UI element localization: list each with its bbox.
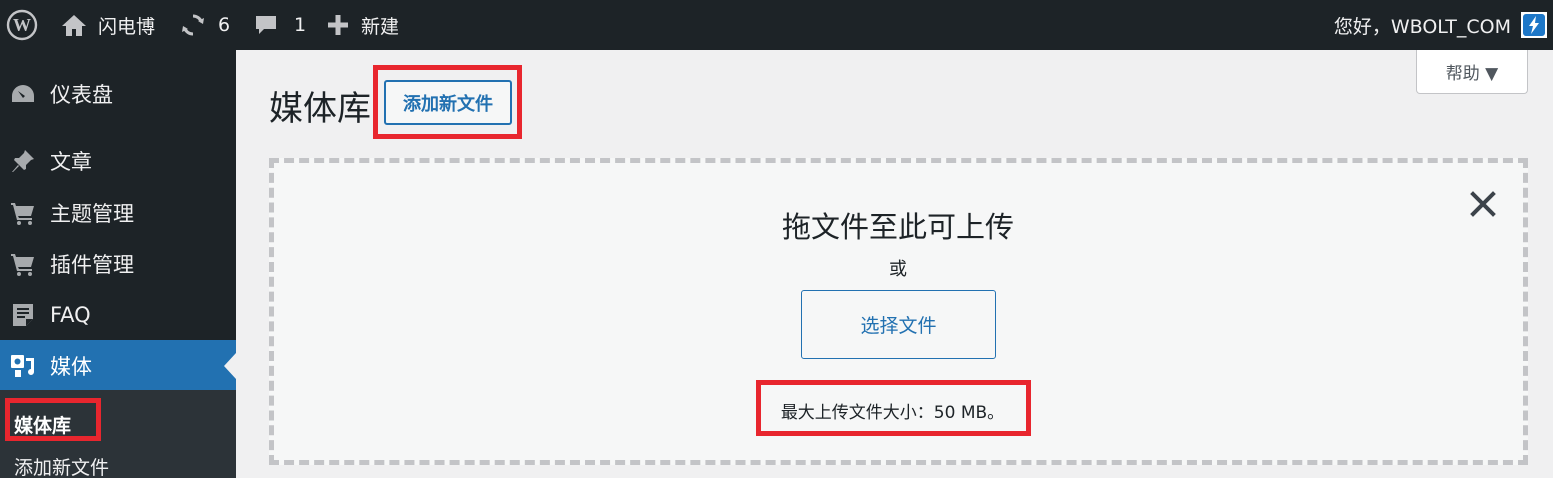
current-menu-arrow xyxy=(224,353,236,379)
cart-icon xyxy=(9,250,37,278)
sidebar-item-faq[interactable]: FAQ xyxy=(0,289,236,340)
sidebar-item-label: 主题管理 xyxy=(50,201,134,226)
user-avatar-icon xyxy=(1521,12,1547,38)
help-tab-button[interactable]: 帮助 ▼ xyxy=(1416,50,1528,94)
sidebar-item-label: 媒体 xyxy=(50,354,92,379)
media-icon xyxy=(9,352,37,380)
max-upload-size: 最大上传文件大小：50 MB。 xyxy=(780,402,1005,423)
new-content-link[interactable]: 新建 xyxy=(327,0,399,50)
sidebar-item-dashboard[interactable]: 仪表盘 xyxy=(0,68,236,119)
sidebar-item-media[interactable]: 媒体 xyxy=(0,340,236,391)
updates-icon xyxy=(180,12,206,38)
sidebar-item-label: 插件管理 xyxy=(50,252,134,277)
sidebar-item-posts[interactable]: 文章 xyxy=(0,135,236,186)
submenu-item-add-new[interactable]: 添加新文件 xyxy=(14,453,109,478)
add-new-media-button[interactable]: 添加新文件 xyxy=(384,80,512,125)
document-icon xyxy=(9,301,37,329)
sidebar-item-label: 文章 xyxy=(50,149,92,174)
admin-sidebar: 仪表盘 文章 主题管理 插件管理 FAQ 媒体 媒体库 添加新文件 xyxy=(0,50,236,478)
media-submenu: 媒体库 添加新文件 xyxy=(0,390,236,478)
dashboard-icon xyxy=(9,80,37,108)
greeting: 您好，WBOLT_COM xyxy=(1333,15,1511,38)
updates-count: 6 xyxy=(218,14,231,36)
sidebar-item-themes[interactable]: 主题管理 xyxy=(0,187,236,238)
or-text: 或 xyxy=(889,259,907,280)
comments-link[interactable]: 1 xyxy=(254,0,306,50)
submenu-item-library[interactable]: 媒体库 xyxy=(14,411,71,438)
cart-icon xyxy=(9,199,37,227)
plus-icon xyxy=(327,14,349,36)
sidebar-item-label: FAQ xyxy=(50,302,91,327)
wordpress-logo-icon[interactable]: W xyxy=(6,0,38,50)
updates-link[interactable]: 6 xyxy=(180,0,230,50)
my-account-link[interactable]: 您好，WBOLT_COM xyxy=(1334,0,1547,50)
svg-text:W: W xyxy=(13,15,31,35)
site-home-link[interactable]: 闪电博 xyxy=(61,0,155,50)
home-icon xyxy=(61,13,87,37)
pin-icon xyxy=(9,147,37,175)
page-title: 媒体库 xyxy=(269,89,371,129)
comments-count: 1 xyxy=(294,14,307,36)
comment-icon xyxy=(254,13,278,37)
site-name: 闪电博 xyxy=(98,15,156,38)
new-label: 新建 xyxy=(361,15,400,38)
drop-instructions: 拖文件至此可上传 xyxy=(781,210,1014,244)
sidebar-item-plugins[interactable]: 插件管理 xyxy=(0,238,236,289)
select-files-button[interactable]: 选择文件 xyxy=(801,290,996,359)
sidebar-item-label: 仪表盘 xyxy=(50,82,113,107)
close-icon[interactable] xyxy=(1469,190,1497,218)
admin-bar: W 闪电博 6 1 新建 您好，WBOLT_COM xyxy=(0,0,1553,50)
